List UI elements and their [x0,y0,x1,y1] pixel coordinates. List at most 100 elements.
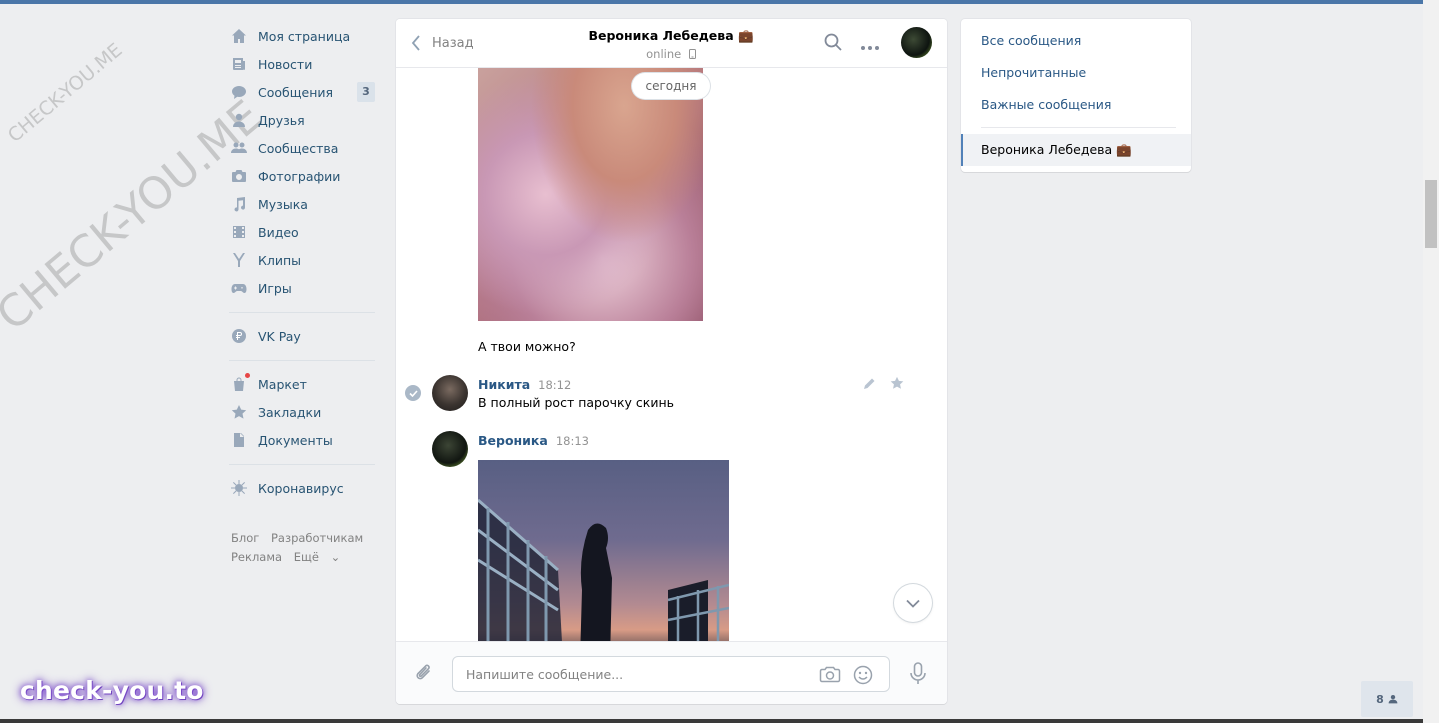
nav-label: Видео [258,224,299,240]
message-text: А твои можно? [478,339,576,354]
nav-item-my-page[interactable]: Моя страница [229,22,375,50]
watermark-small: CHECK-YOU.ME [3,39,127,147]
nav-divider [229,312,375,313]
footer-more-label: Ещё [293,550,319,564]
message-author[interactable]: Вероника [478,433,548,448]
nav-label: VK Pay [258,328,301,344]
online-friends-chip[interactable]: 8 [1361,681,1413,717]
filter-unread[interactable]: Непрочитанные [981,65,1086,80]
message-header: Вероника 18:13 [478,433,589,448]
camera-icon[interactable] [819,665,841,686]
music-icon [229,194,249,214]
sender-avatar[interactable] [432,431,468,467]
message-time[interactable]: 18:12 [538,378,571,392]
important-star-icon[interactable] [890,376,904,393]
top-accent-bar [0,0,1423,4]
star-icon [229,402,249,422]
nav-label: Фотографии [258,168,341,184]
photo-attachment-sunset[interactable] [478,460,729,641]
nav-item-market[interactable]: Маркет [229,370,375,398]
chat-header: Назад Вероника Лебедева 💼 online [396,19,947,68]
nav-item-coronavirus[interactable]: Коронавирус [229,474,375,502]
nav-label: Музыка [258,196,308,212]
conversation-filters-panel: Все сообщения Непрочитанные Важные сообщ… [961,19,1191,172]
search-icon[interactable] [824,33,842,54]
message-time[interactable]: 18:13 [556,434,589,448]
video-icon [229,222,249,242]
footer-link-developers[interactable]: Разработчикам [271,531,363,545]
nav-label: Моя страница [258,28,351,44]
scroll-to-bottom-button[interactable] [894,584,932,622]
nav-item-vkpay[interactable]: VK Pay [229,322,375,350]
nav-item-documents[interactable]: Документы [229,426,375,454]
nav-divider [229,360,375,361]
document-icon [229,430,249,450]
message-composer [396,641,947,704]
more-options-icon[interactable] [860,39,880,54]
message-history[interactable]: сегодня А твои можно? Никита 18:12 В пол… [396,68,947,641]
page-scrollbar[interactable] [1423,0,1439,723]
active-conversation-name: Вероника Лебедева 💼 [981,142,1132,157]
nav-divider [229,464,375,465]
edit-pencil-icon[interactable] [863,377,876,393]
peer-avatar[interactable] [901,27,932,58]
gamepad-icon [229,278,249,298]
news-icon [229,54,249,74]
date-divider: сегодня [632,73,710,99]
unread-badge: 3 [357,82,375,102]
peer-info[interactable]: Вероника Лебедева 💼 online [546,28,796,61]
nav-item-friends[interactable]: Друзья [229,106,375,134]
nav-item-news[interactable]: Новости [229,50,375,78]
footer-links: Блог Разработчикам Реклама Ещё ⌄ [231,529,381,567]
back-button[interactable]: Назад [410,34,474,52]
nav-label: Сообщества [258,140,339,156]
chevron-down-icon: ⌄ [330,550,341,564]
active-conversation-item[interactable]: Вероника Лебедева 💼 [961,134,1191,166]
nav-item-messages[interactable]: Сообщения 3 [229,78,375,106]
select-message-checkbox[interactable] [405,385,421,401]
nav-item-music[interactable]: Музыка [229,190,375,218]
paperclip-icon[interactable] [414,662,434,687]
filter-all-messages[interactable]: Все сообщения [981,33,1081,48]
left-navigation: Моя страница Новости Сообщения 3 Друзья … [229,22,375,502]
sender-avatar[interactable] [432,375,468,411]
scrollbar-thumb[interactable] [1425,180,1437,248]
nav-item-communities[interactable]: Сообщества [229,134,375,162]
nav-item-bookmarks[interactable]: Закладки [229,398,375,426]
message-text: В полный рост парочку скинь [478,395,675,410]
nav-item-photos[interactable]: Фотографии [229,162,375,190]
person-icon [1388,694,1398,704]
peer-name: Вероника Лебедева 💼 [588,28,754,43]
nav-item-video[interactable]: Видео [229,218,375,246]
photo-attachment-lilac[interactable] [478,68,703,321]
brand-watermark: check-you.to [20,676,204,705]
mobile-icon [688,49,696,59]
footer-link-more[interactable]: Ещё ⌄ [294,550,348,564]
message-author[interactable]: Никита [478,377,530,392]
home-icon [229,26,249,46]
nav-item-games[interactable]: Игры [229,274,375,302]
panel-divider [981,127,1176,128]
nav-label: Новости [258,56,313,72]
nav-label: Документы [258,432,333,448]
nav-label: Закладки [258,404,322,420]
communities-icon [229,138,249,158]
nav-item-clips[interactable]: Клипы [229,246,375,274]
footer-link-ads[interactable]: Реклама [231,550,282,564]
messages-icon [229,82,249,102]
friends-icon [229,110,249,130]
back-label: Назад [432,35,474,51]
chevron-down-icon [906,599,920,608]
peer-status-text: online [646,47,682,61]
footer-link-blog[interactable]: Блог [231,531,259,545]
emoji-icon[interactable] [853,665,873,688]
message-input-box[interactable] [452,656,890,692]
bottom-taskbar-strip [0,719,1423,723]
message-input[interactable] [466,657,806,691]
virus-icon [229,478,249,498]
chevron-left-icon [411,35,420,51]
microphone-icon[interactable] [908,662,928,689]
nav-label: Сообщения [258,84,334,100]
camera-icon [229,166,249,186]
filter-important[interactable]: Важные сообщения [981,97,1111,112]
